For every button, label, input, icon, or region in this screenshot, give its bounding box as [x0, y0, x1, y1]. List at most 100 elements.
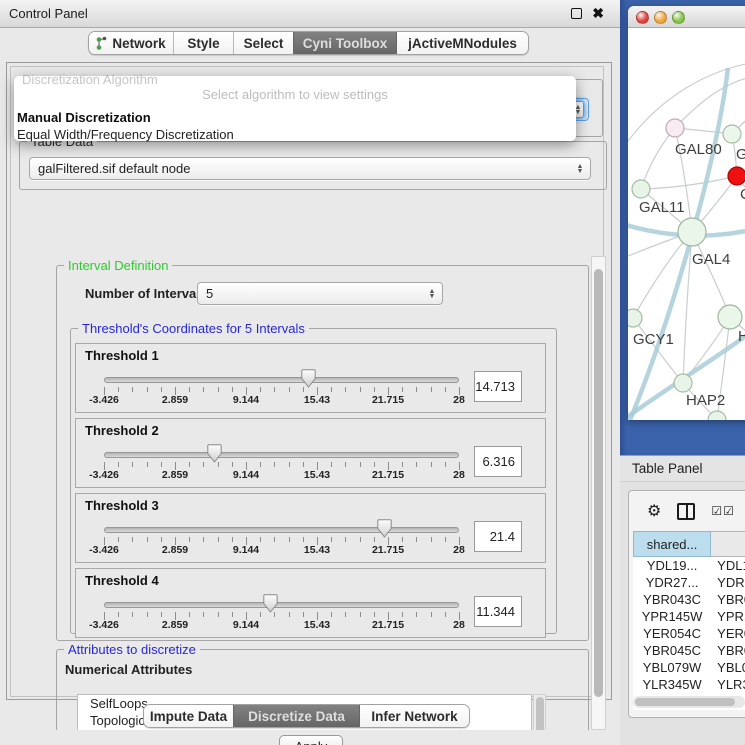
- gear-icon[interactable]: ⚙: [647, 501, 661, 521]
- tab-select[interactable]: Select: [233, 32, 293, 54]
- network-node[interactable]: [723, 125, 741, 143]
- table-row[interactable]: YDL19...YDL1: [634, 557, 745, 574]
- scrollbar-thumb[interactable]: [536, 697, 544, 730]
- cyni-toolbox-panel: ▲▼ Table Data galFiltered.sif default no…: [6, 62, 612, 700]
- thresholds-group: Threshold's Coordinates for 5 Intervals …: [70, 328, 557, 634]
- threshold-row: Threshold 2-3.4262.8599.14415.4321.71528…: [75, 418, 546, 488]
- threshold-label: Threshold 3: [85, 498, 159, 513]
- combo-stepper-icon[interactable]: ▲▼: [426, 285, 438, 302]
- top-tab-bar: NetworkStyle Select Cyni ToolboxjActiveMNo…: [88, 31, 529, 55]
- slider-thumb[interactable]: [207, 444, 222, 463]
- number-of-intervals-combobox[interactable]: 5 ▲▼: [197, 282, 443, 305]
- minimize-traffic-light[interactable]: [654, 11, 667, 24]
- network-window-titlebar[interactable]: [628, 6, 745, 28]
- combo-stepper-icon[interactable]: ▲▼: [574, 160, 586, 177]
- network-node-label[interactable]: H: [738, 328, 745, 345]
- table-row[interactable]: YBR043CYBR0: [634, 591, 745, 608]
- table-row[interactable]: YBL079WYBL0: [634, 659, 745, 676]
- tab-discretize-data[interactable]: Discretize Data: [233, 705, 359, 727]
- algorithm-option[interactable]: Equal Width/Frequency Discretization: [14, 126, 576, 143]
- table-row[interactable]: YBR045CYBR0: [634, 642, 745, 659]
- algorithm-option[interactable]: Manual Discretization: [14, 109, 576, 126]
- zoom-traffic-light[interactable]: [672, 11, 685, 24]
- threshold-value-field[interactable]: 11.344: [474, 596, 522, 627]
- tick-label: 2.859: [162, 544, 188, 556]
- tab-network[interactable]: Network: [89, 32, 173, 54]
- network-node-label[interactable]: G: [736, 146, 745, 163]
- tab-cyni-toolbox[interactable]: Cyni Toolbox: [293, 32, 396, 54]
- network-view-window: GAL80 G C GAL11 GAL4 GCY1 H HAP2: [628, 6, 745, 420]
- network-node[interactable]: [632, 180, 650, 198]
- slider-track[interactable]: [104, 602, 459, 608]
- table-data-combobox[interactable]: galFiltered.sif default node ▲▼: [29, 157, 591, 180]
- tick-label: 9.144: [233, 544, 259, 556]
- tab-impute-data[interactable]: Impute Data: [144, 705, 233, 727]
- attribute-item[interactable]: BetweennessCentrality: [78, 729, 531, 730]
- network-node[interactable]: [718, 305, 742, 329]
- settings-scrollbar[interactable]: [591, 256, 606, 730]
- slider-thumb[interactable]: [301, 369, 316, 388]
- threshold-value-field[interactable]: 21.4: [474, 521, 522, 552]
- threshold-value-field[interactable]: 6.316: [474, 446, 522, 477]
- network-node-label[interactable]: HAP2: [686, 392, 725, 409]
- select-columns-icon[interactable]: ☑☑: [711, 504, 735, 518]
- float-window-icon[interactable]: [571, 8, 582, 19]
- network-node[interactable]: [708, 411, 726, 420]
- tick-label: -3.426: [89, 469, 119, 481]
- column-header[interactable]: shared...: [634, 532, 711, 557]
- network-node-label[interactable]: GCY1: [633, 331, 674, 348]
- tab-style[interactable]: Style: [173, 32, 233, 54]
- table-row[interactable]: YER054CYER0: [634, 625, 745, 642]
- apply-button[interactable]: Apply: [279, 735, 343, 745]
- network-node-label[interactable]: GAL11: [639, 199, 685, 216]
- network-node[interactable]: [666, 119, 684, 137]
- threshold-label: Threshold 4: [85, 573, 159, 588]
- network-node[interactable]: [674, 374, 692, 392]
- tick-label: 15.43: [304, 544, 330, 556]
- attributes-scrollbar[interactable]: [533, 694, 546, 730]
- network-icon: [96, 36, 107, 51]
- close-traffic-light[interactable]: [636, 11, 649, 24]
- slider-track[interactable]: [104, 527, 459, 533]
- network-node[interactable]: [678, 218, 706, 246]
- tab-label: Infer Network: [371, 709, 457, 724]
- column-header[interactable]: n: [711, 532, 745, 557]
- interval-definition-label: Interval Definition: [64, 258, 172, 273]
- tick-label: 21.715: [372, 469, 404, 481]
- slider-thumb[interactable]: [263, 594, 278, 613]
- network-node[interactable]: [628, 309, 642, 327]
- threshold-value-field[interactable]: 14.713: [474, 371, 522, 402]
- tab-label: Impute Data: [150, 709, 227, 724]
- table-horizontal-scrollbar[interactable]: [633, 696, 745, 708]
- attributes-group-label: Attributes to discretize: [64, 642, 200, 657]
- network-node-label[interactable]: C: [740, 186, 745, 203]
- table-row[interactable]: YPR145WYPR1: [634, 608, 745, 625]
- thresholds-group-label: Threshold's Coordinates for 5 Intervals: [78, 321, 309, 336]
- network-edge: [675, 74, 745, 128]
- split-view-icon[interactable]: [677, 503, 695, 520]
- tab-label: Select: [244, 36, 284, 51]
- threshold-row: Threshold 3-3.4262.8599.14415.4321.71528…: [75, 493, 546, 563]
- close-icon[interactable]: ✖: [592, 5, 604, 22]
- slider-track[interactable]: [104, 452, 459, 458]
- network-node-label[interactable]: GAL4: [692, 251, 730, 268]
- scrollbar-thumb[interactable]: [594, 269, 603, 697]
- table-toolbar: ⚙ ☑☑: [629, 497, 745, 525]
- slider-track[interactable]: [104, 377, 459, 383]
- node-table[interactable]: shared...n YDL19...YDL1YDR27...YDR2YBR04…: [633, 531, 745, 710]
- tab-infer-network[interactable]: Infer Network: [359, 705, 469, 727]
- network-canvas[interactable]: GAL80 G C GAL11 GAL4 GCY1 H HAP2: [628, 28, 745, 420]
- tick-label: -3.426: [89, 619, 119, 631]
- table-row[interactable]: YLR345WYLR3: [634, 676, 745, 693]
- table-row[interactable]: YDR27...YDR2: [634, 574, 745, 591]
- network-edge: [641, 176, 737, 189]
- tick-label: 9.144: [233, 469, 259, 481]
- tab-jactivemnodules[interactable]: jActiveMNodules: [396, 32, 528, 54]
- network-edge: [641, 128, 675, 189]
- network-node-label[interactable]: GAL80: [675, 141, 722, 158]
- slider-thumb[interactable]: [377, 519, 392, 538]
- table-data-group: Table Data galFiltered.sif default node …: [19, 141, 607, 190]
- scrollbar-thumb[interactable]: [635, 698, 735, 706]
- tick-label: 21.715: [372, 544, 404, 556]
- network-node[interactable]: [728, 167, 745, 185]
